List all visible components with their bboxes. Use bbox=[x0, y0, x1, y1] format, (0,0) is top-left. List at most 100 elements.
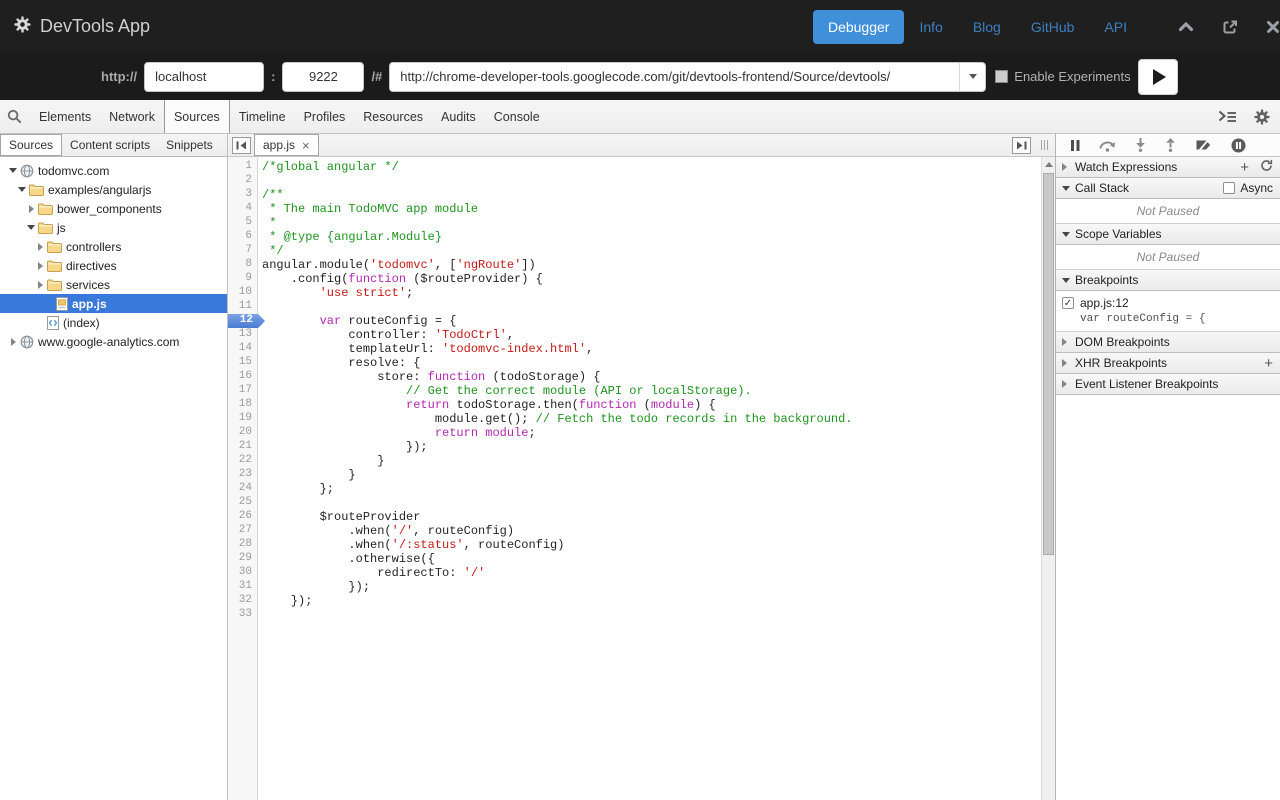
line-number[interactable]: 7 bbox=[228, 244, 257, 258]
line-number[interactable]: 9 bbox=[228, 272, 257, 286]
disclosure-open-icon[interactable] bbox=[17, 187, 27, 192]
line-number[interactable]: 22 bbox=[228, 454, 257, 468]
line-number[interactable]: 16 bbox=[228, 370, 257, 384]
editor-tab-appjs[interactable]: app.js × bbox=[254, 134, 319, 156]
line-number[interactable]: 26 bbox=[228, 510, 257, 524]
tree-item-app-js[interactable]: app.js bbox=[0, 294, 227, 313]
section-header-xhr-breakpoints[interactable]: XHR Breakpoints+ bbox=[1056, 353, 1280, 374]
tab-audits[interactable]: Audits bbox=[432, 100, 485, 133]
tree-item-todomvc-com[interactable]: todomvc.com bbox=[0, 161, 227, 180]
line-number[interactable]: 5 bbox=[228, 216, 257, 230]
async-checkbox[interactable] bbox=[1223, 182, 1235, 194]
tree-item-controllers[interactable]: controllers bbox=[0, 237, 227, 256]
source-code[interactable]: /*global angular *//** * The main TodoMV… bbox=[258, 157, 1055, 800]
disclosure-closed-icon[interactable] bbox=[8, 338, 18, 346]
line-number[interactable]: 28 bbox=[228, 538, 257, 552]
host-input[interactable] bbox=[144, 62, 264, 92]
tab-sources[interactable]: Sources bbox=[164, 100, 230, 133]
line-number[interactable]: 23 bbox=[228, 468, 257, 482]
step-out-icon[interactable] bbox=[1165, 138, 1176, 152]
editor-scrollbar[interactable] bbox=[1041, 157, 1055, 800]
line-number[interactable]: 21 bbox=[228, 440, 257, 454]
line-number[interactable]: 10 bbox=[228, 286, 257, 300]
tab-profiles[interactable]: Profiles bbox=[295, 100, 355, 133]
external-link-icon[interactable] bbox=[1222, 19, 1238, 35]
step-into-icon[interactable] bbox=[1135, 138, 1146, 152]
line-number[interactable]: 24 bbox=[228, 482, 257, 496]
line-number[interactable]: 2 bbox=[228, 174, 257, 188]
line-number-gutter[interactable]: 1234567891011121314151617181920212223242… bbox=[228, 157, 258, 800]
line-number[interactable]: 31 bbox=[228, 580, 257, 594]
tab-network[interactable]: Network bbox=[100, 100, 164, 133]
tab-elements[interactable]: Elements bbox=[30, 100, 100, 133]
line-number[interactable]: 27 bbox=[228, 524, 257, 538]
line-number[interactable]: 33 bbox=[228, 608, 257, 622]
tab-resources[interactable]: Resources bbox=[354, 100, 432, 133]
line-number[interactable]: 15 bbox=[228, 356, 257, 370]
close-icon[interactable] bbox=[1266, 20, 1280, 34]
line-number[interactable]: 30 bbox=[228, 566, 257, 580]
nav-item-debugger[interactable]: Debugger bbox=[813, 10, 905, 44]
console-drawer-icon[interactable] bbox=[1218, 110, 1237, 123]
nav-item-blog[interactable]: Blog bbox=[958, 10, 1016, 44]
add-icon[interactable]: + bbox=[1240, 160, 1249, 175]
scrollbar-thumb[interactable] bbox=[1043, 173, 1054, 555]
navigator-tab-sources[interactable]: Sources bbox=[0, 134, 62, 156]
line-number[interactable]: 13 bbox=[228, 328, 257, 342]
navigator-tab-content-scripts[interactable]: Content scripts bbox=[62, 134, 158, 156]
section-header-call-stack[interactable]: Call StackAsync bbox=[1056, 178, 1280, 199]
breakpoint-checkbox[interactable]: ✓ bbox=[1062, 297, 1074, 309]
line-number[interactable]: 32 bbox=[228, 594, 257, 608]
pause-on-exceptions-icon[interactable] bbox=[1231, 138, 1246, 153]
section-header-dom-breakpoints[interactable]: DOM Breakpoints bbox=[1056, 332, 1280, 353]
hide-navigator-button[interactable] bbox=[232, 137, 251, 154]
section-header-event-listener-breakpoints[interactable]: Event Listener Breakpoints bbox=[1056, 374, 1280, 395]
tab-console[interactable]: Console bbox=[485, 100, 549, 133]
scrollbar-up-arrow[interactable] bbox=[1042, 157, 1055, 172]
breakpoint-entry[interactable]: ✓app.js:12var routeConfig = { bbox=[1056, 291, 1280, 332]
tree-item-services[interactable]: services bbox=[0, 275, 227, 294]
nav-item-github[interactable]: GitHub bbox=[1016, 10, 1090, 44]
add-icon[interactable]: + bbox=[1264, 356, 1273, 371]
line-number[interactable]: 25 bbox=[228, 496, 257, 510]
chevron-up-icon[interactable] bbox=[1178, 21, 1194, 32]
pause-icon[interactable] bbox=[1071, 140, 1080, 151]
line-number[interactable]: 19 bbox=[228, 412, 257, 426]
section-header-scope-variables[interactable]: Scope Variables bbox=[1056, 224, 1280, 245]
step-over-icon[interactable] bbox=[1099, 139, 1116, 152]
tab-close-icon[interactable]: × bbox=[302, 139, 310, 152]
line-number[interactable]: 29 bbox=[228, 552, 257, 566]
line-number[interactable]: 4 bbox=[228, 202, 257, 216]
tree-item-js[interactable]: js bbox=[0, 218, 227, 237]
enable-experiments-checkbox[interactable] bbox=[995, 70, 1008, 83]
url-dropdown-button[interactable] bbox=[959, 62, 986, 92]
disclosure-open-icon[interactable] bbox=[26, 225, 36, 230]
line-number[interactable]: 17 bbox=[228, 384, 257, 398]
disclosure-closed-icon[interactable] bbox=[35, 262, 45, 270]
connect-play-button[interactable] bbox=[1138, 59, 1178, 95]
refresh-icon[interactable] bbox=[1260, 159, 1273, 175]
port-input[interactable] bbox=[282, 62, 364, 92]
panel-resize-grip[interactable] bbox=[1037, 140, 1052, 150]
line-number[interactable]: 14 bbox=[228, 342, 257, 356]
line-number[interactable]: 8 bbox=[228, 258, 257, 272]
url-input[interactable] bbox=[389, 62, 959, 92]
line-number[interactable]: 6 bbox=[228, 230, 257, 244]
disclosure-closed-icon[interactable] bbox=[35, 243, 45, 251]
line-number[interactable]: 3 bbox=[228, 188, 257, 202]
tree-item-examples-angularjs[interactable]: examples/angularjs bbox=[0, 180, 227, 199]
settings-gear-icon[interactable] bbox=[1254, 109, 1270, 125]
tree-item-index[interactable]: (index) bbox=[0, 313, 227, 332]
line-number[interactable]: 11 bbox=[228, 300, 257, 314]
section-header-watch-expressions[interactable]: Watch Expressions+ bbox=[1056, 157, 1280, 178]
nav-item-api[interactable]: API bbox=[1089, 10, 1142, 44]
navigator-tab-snippets[interactable]: Snippets bbox=[158, 134, 221, 156]
deactivate-breakpoints-icon[interactable] bbox=[1195, 139, 1212, 152]
line-number[interactable]: 20 bbox=[228, 426, 257, 440]
breakpoint-line-number[interactable]: 12 bbox=[228, 314, 265, 328]
tree-item-bower-components[interactable]: bower_components bbox=[0, 199, 227, 218]
section-header-breakpoints[interactable]: Breakpoints bbox=[1056, 270, 1280, 291]
tree-item-www-google-analytics-com[interactable]: www.google-analytics.com bbox=[0, 332, 227, 351]
nav-item-info[interactable]: Info bbox=[904, 10, 957, 44]
disclosure-closed-icon[interactable] bbox=[26, 205, 36, 213]
